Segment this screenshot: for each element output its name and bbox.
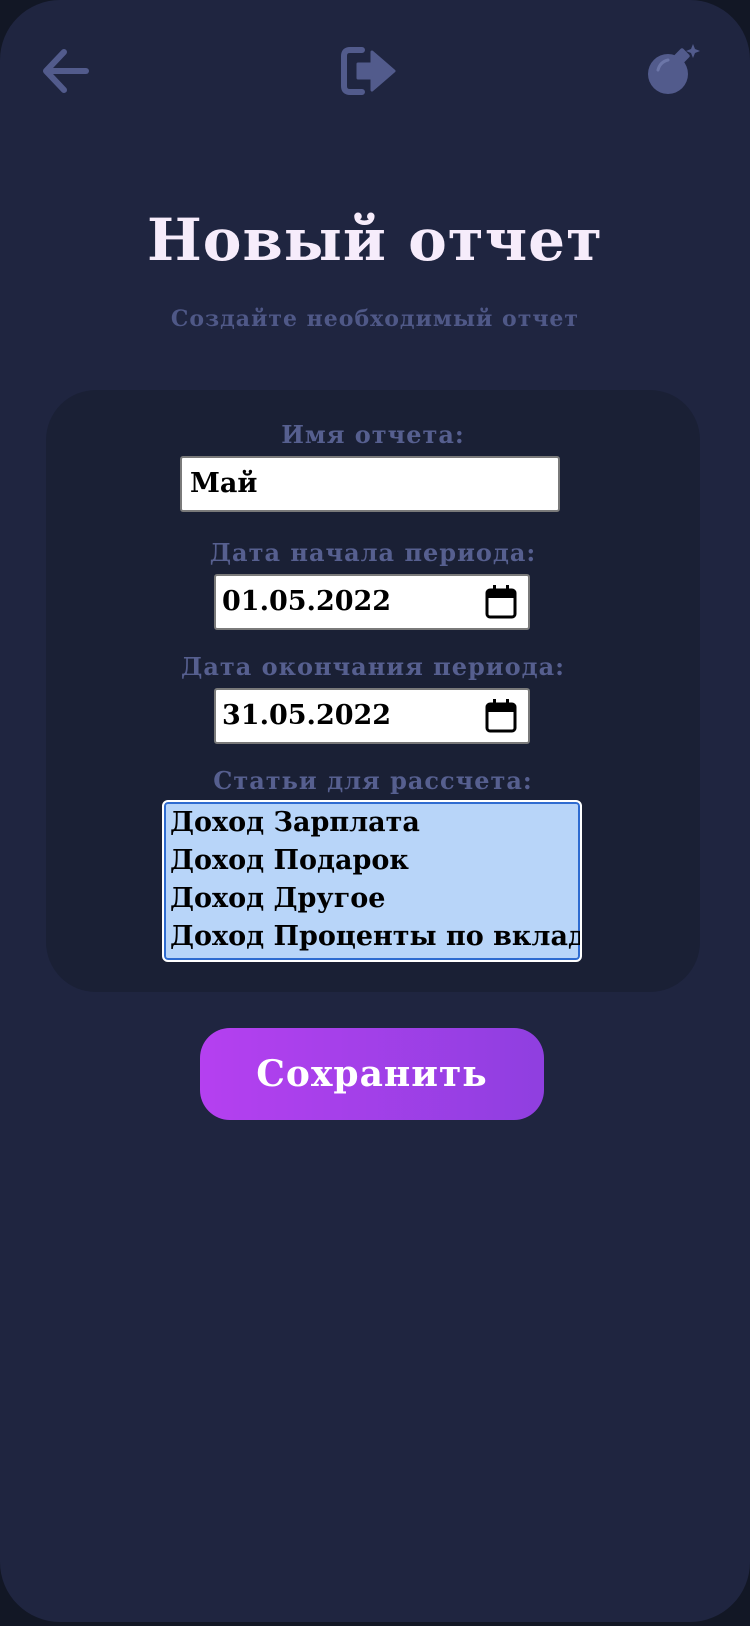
back-button[interactable] (38, 44, 92, 98)
save-button[interactable]: Сохранить (200, 1028, 544, 1120)
bomb-button[interactable] (644, 42, 704, 98)
calendar-icon[interactable] (484, 584, 518, 620)
calendar-icon[interactable] (484, 698, 518, 734)
start-date-input[interactable]: 01.05.2022 (214, 574, 530, 630)
sign-out-icon (341, 47, 396, 95)
report-name-label: Имя отчета: (281, 420, 465, 449)
list-option[interactable]: Доход Зарплата (170, 804, 574, 842)
bomb-icon (648, 44, 700, 94)
app-screen: Новый отчет Создайте необходимый отчет И… (0, 0, 750, 1622)
logout-button[interactable] (340, 42, 398, 100)
start-date-label: Дата начала периода: (209, 538, 537, 567)
list-option[interactable]: Доход Проценты по вкладу (170, 918, 580, 956)
report-form-card: Имя отчета: Май Дата начала периода: 01.… (46, 390, 700, 992)
items-label: Статьи для рассчета: (213, 766, 533, 795)
report-name-input[interactable]: Май (180, 456, 560, 512)
top-bar (0, 0, 750, 140)
start-date-value: 01.05.2022 (222, 586, 392, 617)
end-date-label: Дата окончания периода: (181, 652, 565, 681)
page-title: Новый отчет (146, 206, 604, 274)
end-date-input[interactable]: 31.05.2022 (214, 688, 530, 744)
list-option[interactable]: Доход Подарок (170, 842, 574, 880)
items-multiselect[interactable]: Доход Зарплата Доход Подарок Доход Друго… (162, 800, 582, 962)
arrow-left-icon (43, 49, 89, 93)
list-option[interactable]: Доход Другое (170, 880, 574, 918)
end-date-value: 31.05.2022 (222, 700, 392, 731)
page-subtitle: Создайте необходимый отчет (170, 306, 580, 332)
